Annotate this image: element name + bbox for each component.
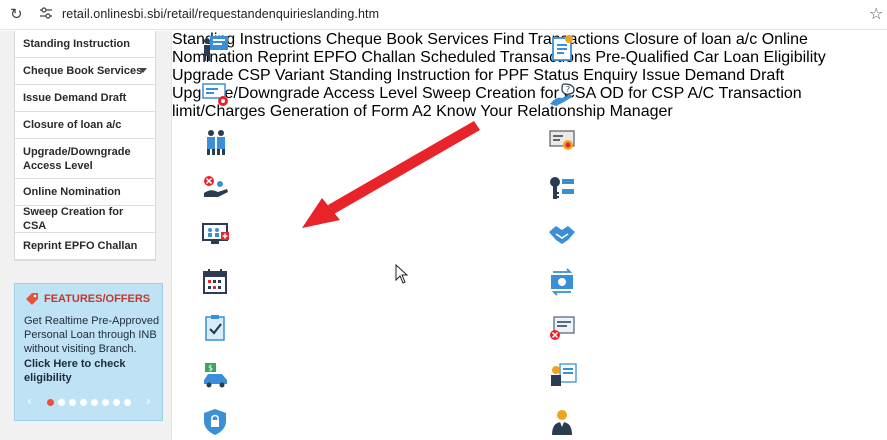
service-relationship-manager[interactable]	[548, 407, 578, 437]
reload-icon[interactable]: ↻	[10, 5, 23, 23]
carousel-dot[interactable]	[91, 399, 98, 406]
find-transactions-icon	[207, 130, 225, 155]
sidebar-item-label: Reprint EPFO Challan	[23, 240, 138, 252]
form-a2-icon	[551, 363, 577, 386]
service-label[interactable]: Upgrade CSP Variant	[172, 67, 324, 84]
car-loan-icon: $	[204, 363, 227, 388]
service-sweep-creation[interactable]	[548, 220, 578, 250]
address-bar[interactable]: retail.onlinesbi.sbi/retail/requestanden…	[62, 7, 379, 21]
service-label[interactable]: OD for CSP A/C	[600, 85, 714, 102]
features-description: Get Realtime Pre-Approved Personal Loan …	[24, 315, 160, 355]
service-upgrade-csp-variant[interactable]	[201, 407, 231, 437]
carousel-dot[interactable]	[102, 399, 109, 406]
chevron-left-icon[interactable]: ‹	[27, 394, 32, 408]
carousel-dot[interactable]	[124, 399, 131, 406]
status-enquiry-icon: ?	[550, 83, 575, 106]
calendar-icon	[203, 269, 227, 294]
service-label[interactable]: Standing Instructions	[172, 31, 321, 48]
service-label[interactable]: Closure of loan a/c	[624, 31, 757, 48]
service-issue-demand-draft[interactable]	[548, 127, 578, 157]
service-scheduled-transactions[interactable]	[201, 313, 231, 343]
sidebar-item-upgrade-downgrade[interactable]: Upgrade/Downgrade Access Level	[15, 139, 155, 179]
sidebar-item-label: Standing Instruction	[23, 38, 130, 50]
svg-text:$: $	[208, 364, 213, 373]
sidebar-item-closure-of-loan[interactable]: Closure of loan a/c	[15, 112, 155, 139]
features-offers-panel: FEATURES/OFFERS Get Realtime Pre-Approve…	[14, 283, 163, 421]
scheduled-transactions-icon	[205, 315, 225, 341]
sidebar-item-issue-demand-draft[interactable]: Issue Demand Draft	[15, 85, 155, 112]
od-transfer-icon	[551, 268, 573, 296]
service-label[interactable]: Generation of Form A2	[270, 103, 432, 120]
page: Standing Instruction Cheque Book Service…	[0, 31, 887, 440]
sidebar-item-standing-instruction[interactable]: Standing Instruction	[15, 31, 155, 58]
service-label[interactable]: Reprint EPFO Challan	[257, 49, 415, 66]
service-label[interactable]: Issue Demand Draft	[642, 67, 784, 84]
service-status-enquiry[interactable]: ?	[548, 80, 578, 110]
svg-text:?: ?	[566, 85, 570, 94]
sidebar-item-label: Upgrade/Downgrade Access Level	[23, 145, 131, 172]
access-level-icon	[550, 177, 574, 199]
sidebar-item-label: Issue Demand Draft	[23, 92, 127, 104]
sidebar-item-sweep-creation[interactable]: Sweep Creation for CSA	[15, 206, 155, 233]
service-label[interactable]: Pre-Qualified Car Loan Eligibility	[595, 49, 825, 66]
handshake-icon	[549, 226, 575, 244]
sidebar-item-label: Online Nomination	[23, 186, 121, 198]
service-standing-instruction-ppf[interactable]	[548, 33, 578, 63]
sidebar-menu: Standing Instruction Cheque Book Service…	[14, 31, 156, 261]
features-title: FEATURES/OFFERS	[25, 292, 150, 306]
features-title-text: FEATURES/OFFERS	[44, 293, 151, 305]
service-cheque-book[interactable]	[201, 80, 231, 110]
offer-tag-icon	[26, 293, 38, 305]
standing-instructions-icon	[204, 36, 228, 61]
carousel-dot[interactable]	[69, 399, 76, 406]
shield-lock-icon	[204, 409, 226, 435]
sidebar-item-label: Cheque Book Services	[23, 65, 143, 77]
chevron-right-icon[interactable]: ›	[146, 394, 151, 408]
sidebar-item-online-nomination[interactable]: Online Nomination	[15, 179, 155, 206]
service-od-csp[interactable]	[548, 267, 578, 297]
service-standing-instructions[interactable]	[201, 33, 231, 63]
service-reprint-epfo[interactable]	[201, 267, 231, 297]
cheque-book-icon	[202, 83, 228, 106]
service-transaction-limit[interactable]	[548, 313, 578, 343]
carousel-dot[interactable]	[80, 399, 87, 406]
service-online-nomination[interactable]	[201, 220, 231, 250]
ppf-document-icon	[552, 35, 573, 61]
service-car-loan-eligibility[interactable]: $	[201, 360, 231, 390]
check-eligibility-link[interactable]: Click Here to check eligibility	[24, 357, 160, 385]
dropdown-caret-icon	[139, 68, 147, 73]
loan-closure-icon	[204, 176, 228, 197]
service-label[interactable]: Standing Instruction for PPF	[329, 67, 529, 84]
carousel-dot[interactable]	[113, 399, 120, 406]
sidebar-item-label: Sweep Creation for CSA	[23, 206, 124, 232]
service-loan-closure[interactable]	[201, 173, 231, 203]
sidebar-item-reprint-epfo[interactable]: Reprint EPFO Challan	[15, 233, 155, 260]
service-find-transactions[interactable]	[201, 127, 231, 157]
carousel-dot[interactable]	[47, 399, 54, 406]
transaction-limit-icon	[550, 316, 575, 340]
demand-draft-icon	[549, 130, 575, 150]
relationship-manager-icon	[552, 410, 572, 435]
service-label[interactable]: Cheque Book Services	[326, 31, 489, 48]
service-access-level[interactable]	[548, 173, 578, 203]
bookmark-star-icon[interactable]: ☆	[869, 4, 883, 23]
services-grid: Standing Instructions Cheque Book Servic…	[171, 31, 887, 440]
online-nomination-icon	[202, 223, 229, 244]
carousel-pager: ‹ ›	[25, 394, 155, 410]
sidebar-item-cheque-book-services[interactable]: Cheque Book Services	[15, 58, 155, 85]
site-settings-icon[interactable]	[38, 5, 54, 21]
carousel-dot[interactable]	[58, 399, 65, 406]
browser-toolbar: ↻ retail.onlinesbi.sbi/retail/requestand…	[0, 0, 887, 30]
sidebar-item-label: Closure of loan a/c	[23, 119, 122, 131]
service-form-a2[interactable]	[548, 360, 578, 390]
